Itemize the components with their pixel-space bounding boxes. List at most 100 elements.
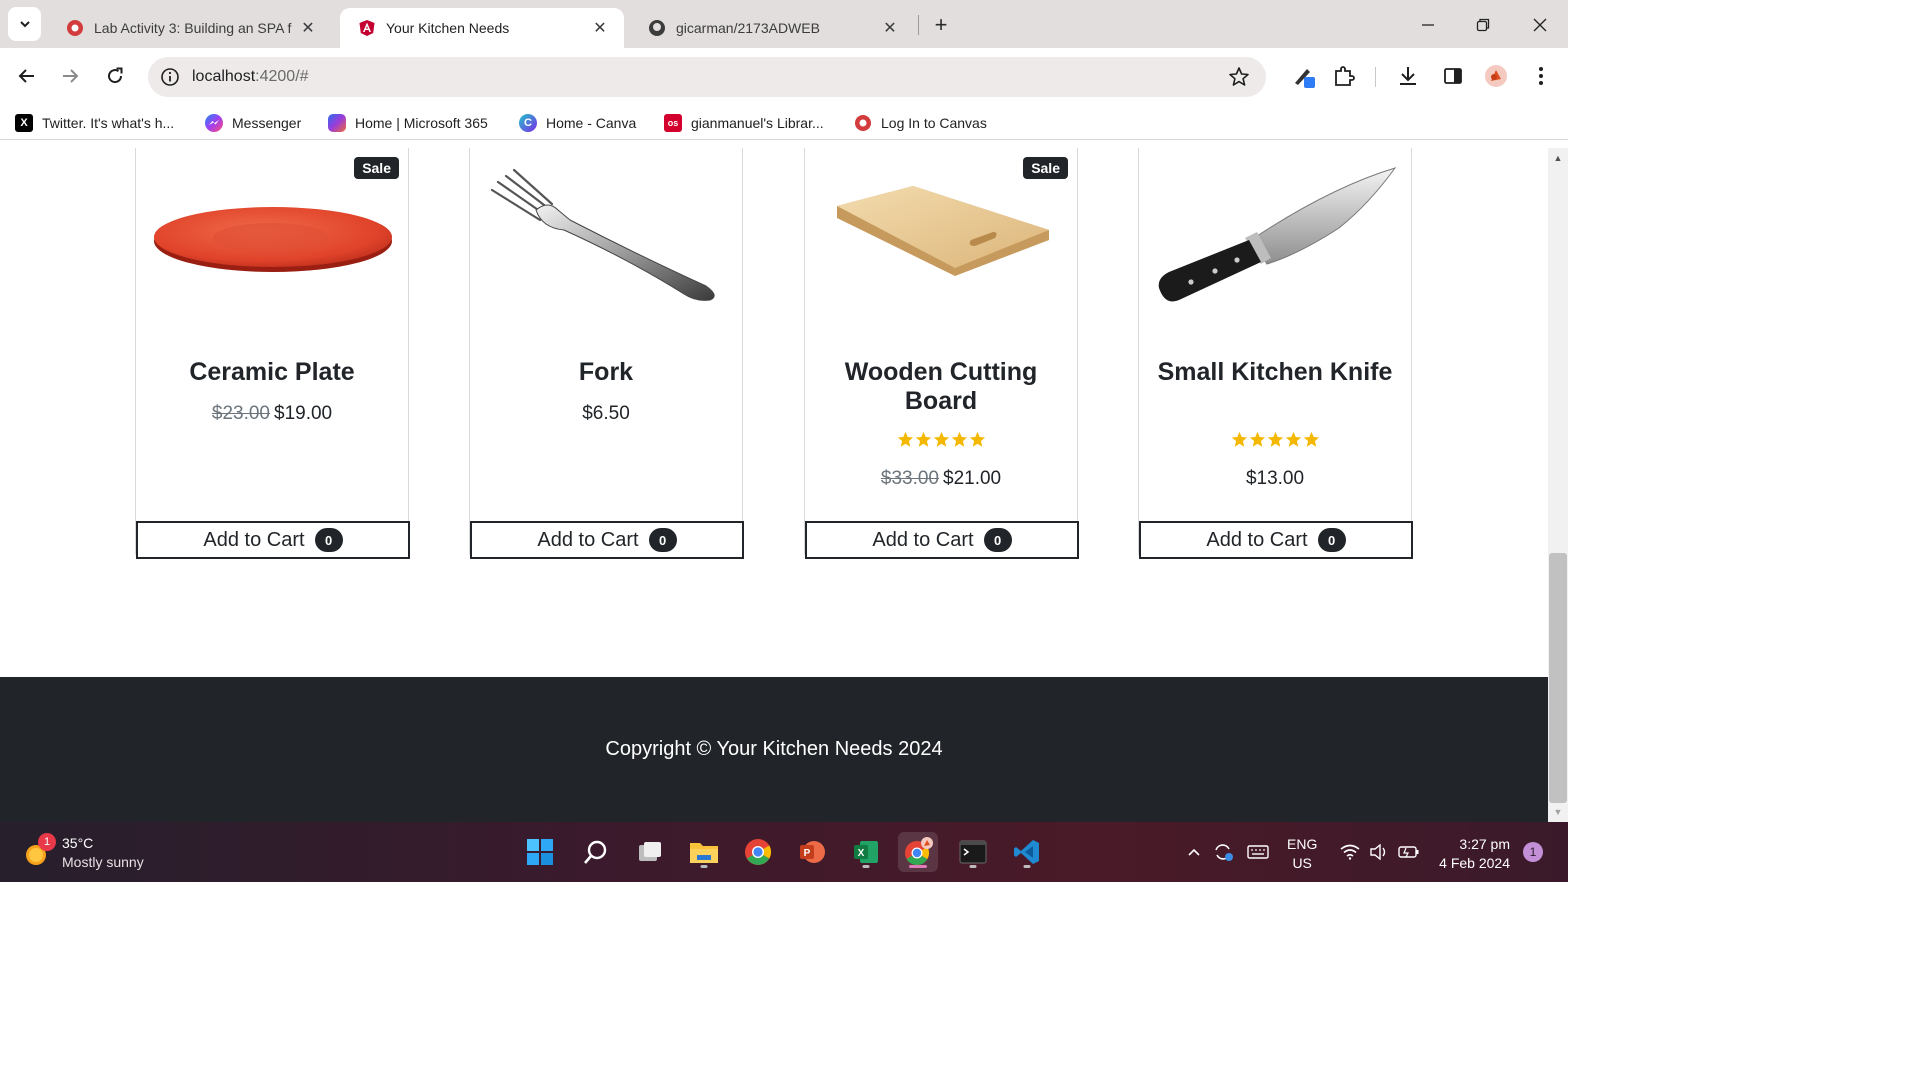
bookmark-twitter[interactable]: X Twitter. It's what's h... xyxy=(15,112,174,134)
svg-text:X: X xyxy=(858,848,865,859)
fork-image xyxy=(490,168,715,301)
url-host: localhost xyxy=(192,68,256,85)
star-rating xyxy=(805,431,1077,448)
vscode-icon xyxy=(1014,840,1039,864)
canvas-favicon-icon xyxy=(66,19,84,37)
vscode-app[interactable] xyxy=(1007,832,1047,872)
clock[interactable]: 3:27 pm 4 Feb 2024 xyxy=(1428,835,1510,873)
old-price: $23.00 xyxy=(211,403,270,424)
site-info-icon[interactable] xyxy=(150,57,190,97)
extensions-puzzle-icon[interactable] xyxy=(1330,62,1358,90)
current-price: $19.00 xyxy=(274,403,333,424)
wifi-icon[interactable] xyxy=(1338,840,1362,864)
bookmark-oreilly[interactable]: os gianmanuel's Librar... xyxy=(664,112,824,134)
terminal-app[interactable] xyxy=(953,832,993,872)
sync-icon[interactable] xyxy=(1211,840,1235,864)
canva-icon: C xyxy=(519,114,537,132)
add-to-cart-label: Add to Cart xyxy=(872,528,974,551)
sale-badge: Sale xyxy=(354,157,399,179)
restore-button[interactable] xyxy=(1468,10,1498,40)
tab-search-button[interactable] xyxy=(8,7,41,41)
tab-lab-activity[interactable]: Lab Activity 3: Building an SPA f ✕ xyxy=(48,8,332,48)
keyboard-icon[interactable] xyxy=(1246,840,1270,864)
scroll-up-arrow-icon[interactable]: ▲ xyxy=(1548,150,1568,166)
new-tab-button[interactable]: + xyxy=(929,12,953,37)
bookmark-microsoft365[interactable]: Home | Microsoft 365 xyxy=(328,112,488,134)
scroll-down-arrow-icon[interactable]: ▼ xyxy=(1548,804,1568,820)
product-name: Fork xyxy=(578,358,634,386)
side-panel-icon[interactable] xyxy=(1439,62,1467,90)
tab-title: Lab Activity 3: Building an SPA f xyxy=(94,20,292,36)
arrow-right-icon xyxy=(63,69,79,83)
add-to-cart-label: Add to Cart xyxy=(537,528,639,551)
close-window-button[interactable] xyxy=(1525,10,1555,40)
language-indicator[interactable]: ENG US xyxy=(1287,835,1317,873)
close-icon[interactable]: ✕ xyxy=(880,18,900,38)
product-name: Wooden Cutting Board xyxy=(844,358,1038,415)
temperature: 35°C xyxy=(62,835,94,851)
notification-badge[interactable]: 1 xyxy=(1523,842,1543,862)
product-card-ceramic-plate: Sale Ceramic Plate $23.00 $19.00 Add to C… xyxy=(135,148,410,559)
task-view-icon xyxy=(639,842,661,861)
star-icon xyxy=(951,431,967,447)
cart-count-badge: 0 xyxy=(648,528,677,552)
start-button[interactable] xyxy=(520,832,560,872)
bookmark-label: Home - Canva xyxy=(546,115,637,131)
minimize-button[interactable] xyxy=(1413,10,1443,40)
more-menu-icon[interactable] xyxy=(1527,62,1555,90)
weather-widget[interactable]: 1 35°C Mostly sunny xyxy=(22,832,144,874)
powerpoint-app[interactable]: P xyxy=(792,832,832,872)
back-button[interactable] xyxy=(11,60,43,92)
search-button[interactable] xyxy=(576,832,616,872)
tab-your-kitchen-needs[interactable]: Your Kitchen Needs ✕ xyxy=(340,8,624,48)
add-to-cart-button[interactable]: Add to Cart 0 xyxy=(805,521,1079,559)
chrome-app[interactable] xyxy=(738,832,778,872)
address-bar[interactable]: localhost:4200/# xyxy=(148,57,1266,97)
product-name: Ceramic Plate xyxy=(189,358,355,386)
add-to-cart-button[interactable]: Add to Cart 0 xyxy=(136,521,410,559)
windows-taskbar: 1 35°C Mostly sunny P X ENG US 3:27 pm 4… xyxy=(0,822,1568,882)
close-icon[interactable]: ✕ xyxy=(590,18,610,38)
canvas-icon xyxy=(854,114,872,132)
star-icon xyxy=(915,431,931,447)
add-to-cart-button[interactable]: Add to Cart 0 xyxy=(1139,521,1413,559)
close-icon[interactable]: ✕ xyxy=(298,18,318,38)
forward-button[interactable] xyxy=(54,60,86,92)
page-scrollbar[interactable]: ▲ ▼ xyxy=(1548,148,1568,822)
download-icon[interactable] xyxy=(1394,62,1422,90)
star-icon xyxy=(933,431,949,447)
profile-avatar-icon[interactable] xyxy=(1482,62,1510,90)
bookmark-canvas-login[interactable]: Log In to Canvas xyxy=(854,112,987,134)
star-icon xyxy=(1285,431,1301,447)
bookmark-star-icon[interactable] xyxy=(1228,66,1250,88)
product-name: Small Kitchen Knife xyxy=(1157,358,1393,386)
battery-icon[interactable] xyxy=(1397,840,1421,864)
volume-icon[interactable] xyxy=(1367,840,1391,864)
bookmark-label: gianmanuel's Librar... xyxy=(691,115,824,131)
active-indicator xyxy=(909,865,927,868)
product-price: $13.00 xyxy=(1139,468,1411,490)
excel-app[interactable]: X xyxy=(846,832,886,872)
language-code: ENG xyxy=(1287,836,1318,852)
reload-button[interactable] xyxy=(99,60,131,92)
scroll-thumb[interactable] xyxy=(1549,553,1567,803)
microsoft365-icon xyxy=(328,114,346,132)
star-icon xyxy=(969,431,985,447)
angular-favicon-icon xyxy=(358,19,376,37)
weather-badge: 1 xyxy=(38,833,56,851)
bookmark-canva[interactable]: C Home - Canva xyxy=(519,112,636,134)
weather-condition: Mostly sunny xyxy=(62,854,144,870)
url-text: localhost:4200/# xyxy=(192,68,309,86)
current-price: $13.00 xyxy=(1245,468,1305,489)
bookmark-label: Messenger xyxy=(232,115,302,131)
tab-separator xyxy=(918,15,919,35)
running-indicator xyxy=(1023,865,1031,868)
add-to-cart-button[interactable]: Add to Cart 0 xyxy=(470,521,744,559)
file-explorer-app[interactable] xyxy=(684,832,724,872)
bookmark-messenger[interactable]: Messenger xyxy=(205,112,301,134)
show-hidden-icons-chevron-icon[interactable] xyxy=(1182,840,1206,864)
extension-pen-icon[interactable] xyxy=(1290,62,1318,90)
tab-github[interactable]: gicarman/2173ADWEB ✕ xyxy=(630,8,914,48)
chrome-profile-app[interactable] xyxy=(898,832,938,872)
task-view-button[interactable] xyxy=(630,832,670,872)
